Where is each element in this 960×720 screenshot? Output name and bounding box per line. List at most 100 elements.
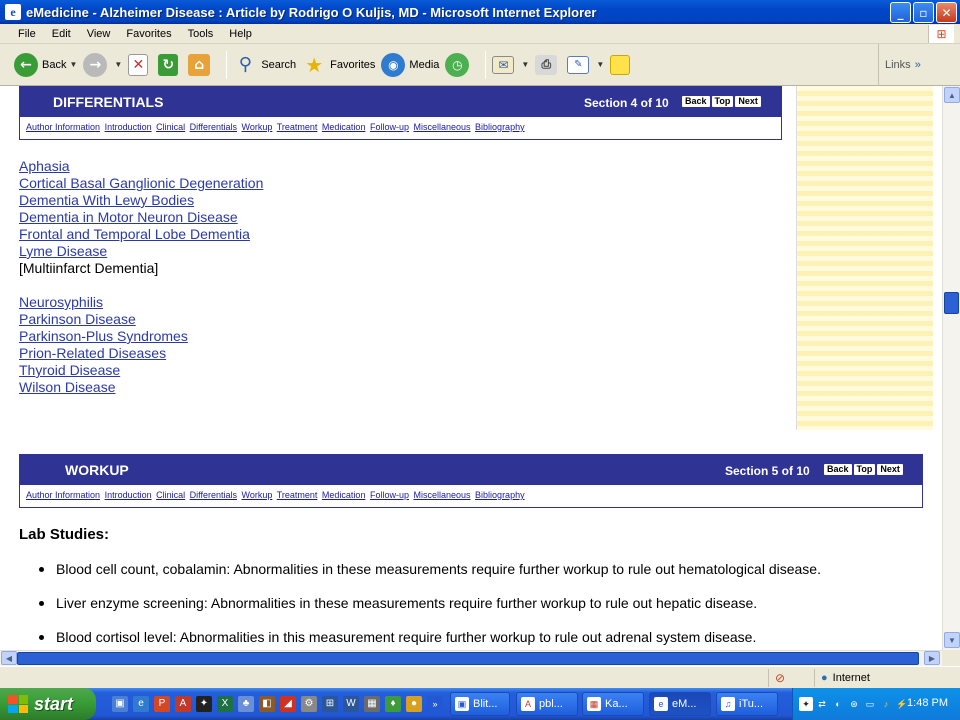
- link-differentials[interactable]: Differentials: [190, 490, 237, 500]
- workup-top-button[interactable]: Top: [853, 464, 876, 475]
- workup-back-button[interactable]: Back: [824, 464, 852, 475]
- quicklaunch-network-icon[interactable]: ⊞: [322, 696, 338, 712]
- forward-dropdown-icon[interactable]: ▼: [114, 60, 122, 69]
- quicklaunch-paint-icon[interactable]: ◢: [280, 696, 296, 712]
- maximize-button[interactable]: ▫: [913, 2, 934, 23]
- tray-network-icon[interactable]: ⇄: [815, 697, 829, 711]
- differentials-back-button[interactable]: Back: [682, 96, 710, 107]
- workup-next-button[interactable]: Next: [877, 464, 903, 475]
- quicklaunch-media-icon[interactable]: ▦: [364, 696, 380, 712]
- scroll-right-icon[interactable]: ▶: [924, 651, 940, 665]
- link-workup[interactable]: Workup: [242, 122, 273, 132]
- differential-link[interactable]: Parkinson-Plus Syndromes: [19, 328, 263, 345]
- tray-shield-icon[interactable]: ◐: [831, 697, 845, 711]
- differential-link[interactable]: Parkinson Disease: [19, 311, 263, 328]
- link-author-information[interactable]: Author Information: [26, 490, 100, 500]
- link-introduction[interactable]: Introduction: [105, 490, 152, 500]
- differential-link[interactable]: Thyroid Disease: [19, 362, 263, 379]
- back-dropdown-icon[interactable]: ▼: [69, 60, 77, 69]
- minimize-button[interactable]: _: [890, 2, 911, 23]
- vertical-scrollbar[interactable]: ▲ ▼: [942, 86, 960, 650]
- link-workup[interactable]: Workup: [242, 490, 273, 500]
- edit-button[interactable]: ✎ ▼: [567, 55, 604, 74]
- quicklaunch-powerpoint-icon[interactable]: P: [154, 696, 170, 712]
- quicklaunch-acrobat-icon[interactable]: A: [175, 696, 191, 712]
- differential-link[interactable]: Aphasia: [19, 158, 263, 175]
- differentials-next-button[interactable]: Next: [735, 96, 761, 107]
- horizontal-scrollbar[interactable]: ◀ ▶: [0, 650, 942, 666]
- link-bibliography[interactable]: Bibliography: [475, 490, 525, 500]
- links-overflow-icon[interactable]: »: [915, 59, 921, 71]
- menu-tools[interactable]: Tools: [180, 28, 222, 40]
- page-viewport[interactable]: DIFFERENTIALS Section 4 of 10 Back Top N…: [0, 86, 942, 650]
- favorites-button[interactable]: ★ Favorites: [302, 53, 375, 77]
- start-button[interactable]: start: [0, 688, 96, 720]
- quicklaunch-star-icon[interactable]: ✦: [196, 696, 212, 712]
- link-treatment[interactable]: Treatment: [277, 490, 318, 500]
- differential-link[interactable]: Lyme Disease: [19, 243, 263, 260]
- history-button[interactable]: ◷: [445, 52, 473, 77]
- task-button-pbl[interactable]: A pbl...: [516, 692, 578, 716]
- differential-link[interactable]: Cortical Basal Ganglionic Degeneration: [19, 175, 263, 192]
- home-button[interactable]: ⌂: [188, 53, 214, 76]
- menu-view[interactable]: View: [79, 28, 119, 40]
- quicklaunch-messenger-icon[interactable]: ♣: [238, 696, 254, 712]
- horizontal-scroll-thumb[interactable]: [17, 652, 919, 665]
- quicklaunch-ie-icon[interactable]: e: [133, 696, 149, 712]
- menu-edit[interactable]: Edit: [44, 28, 79, 40]
- differential-link[interactable]: Wilson Disease: [19, 379, 263, 396]
- link-miscellaneous[interactable]: Miscellaneous: [414, 490, 471, 500]
- back-button[interactable]: ← Back ▼: [14, 52, 77, 77]
- print-button[interactable]: ⎙: [535, 54, 561, 75]
- quicklaunch-green-icon[interactable]: ♦: [385, 696, 401, 712]
- refresh-button[interactable]: ↻: [158, 53, 182, 76]
- link-differentials[interactable]: Differentials: [190, 122, 237, 132]
- close-button[interactable]: ✕: [936, 2, 957, 23]
- tray-volume-icon[interactable]: ♪: [879, 697, 893, 711]
- mail-dropdown-icon[interactable]: ▼: [521, 60, 529, 69]
- media-button[interactable]: ◉ Media: [381, 52, 439, 77]
- tray-security-icon[interactable]: ⊛: [847, 697, 861, 711]
- menu-file[interactable]: File: [10, 28, 44, 40]
- differential-link[interactable]: Neurosyphilis: [19, 294, 263, 311]
- edit-dropdown-icon[interactable]: ▼: [596, 60, 604, 69]
- task-button-emedicine[interactable]: e eM...: [649, 692, 711, 716]
- quicklaunch-desktop-icon[interactable]: ▣: [112, 696, 128, 712]
- link-introduction[interactable]: Introduction: [105, 122, 152, 132]
- link-follow-up[interactable]: Follow-up: [370, 490, 409, 500]
- quicklaunch-more-icon[interactable]: »: [427, 696, 443, 712]
- task-button-itunes[interactable]: ♫ iTu...: [716, 692, 778, 716]
- tray-arrow-icon[interactable]: ✦: [799, 697, 813, 711]
- differential-link[interactable]: Dementia With Lewy Bodies: [19, 192, 263, 209]
- link-miscellaneous[interactable]: Miscellaneous: [414, 122, 471, 132]
- mail-button[interactable]: ✉ ▼: [492, 55, 529, 74]
- quicklaunch-excel-icon[interactable]: X: [217, 696, 233, 712]
- differential-link[interactable]: Frontal and Temporal Lobe Dementia: [19, 226, 263, 243]
- links-bar[interactable]: Links »: [878, 44, 960, 86]
- scroll-down-icon[interactable]: ▼: [944, 632, 960, 648]
- differentials-top-button[interactable]: Top: [711, 96, 734, 107]
- forward-button[interactable]: → ▼: [83, 52, 122, 77]
- scroll-up-icon[interactable]: ▲: [944, 87, 960, 103]
- privacy-icon[interactable]: ⊘: [775, 671, 785, 685]
- link-bibliography[interactable]: Bibliography: [475, 122, 525, 132]
- menu-favorites[interactable]: Favorites: [118, 28, 179, 40]
- task-button-ka[interactable]: ▦ Ka...: [582, 692, 644, 716]
- scroll-left-icon[interactable]: ◀: [1, 651, 17, 665]
- tray-device-icon[interactable]: ▭: [863, 697, 877, 711]
- notes-button[interactable]: [610, 54, 634, 75]
- differential-link[interactable]: Dementia in Motor Neuron Disease: [19, 209, 263, 226]
- task-button-blit[interactable]: ▣ Blit...: [450, 692, 510, 716]
- link-clinical[interactable]: Clinical: [156, 490, 185, 500]
- link-clinical[interactable]: Clinical: [156, 122, 185, 132]
- stop-button[interactable]: ✕: [128, 53, 152, 76]
- differential-link[interactable]: Prion-Related Diseases: [19, 345, 263, 362]
- quicklaunch-word-icon[interactable]: W: [343, 696, 359, 712]
- quicklaunch-tool-icon[interactable]: ⚙: [301, 696, 317, 712]
- link-author-information[interactable]: Author Information: [26, 122, 100, 132]
- quicklaunch-yellow-icon[interactable]: ●: [406, 696, 422, 712]
- vertical-scroll-thumb[interactable]: [944, 292, 959, 314]
- link-follow-up[interactable]: Follow-up: [370, 122, 409, 132]
- link-medication[interactable]: Medication: [322, 122, 366, 132]
- link-treatment[interactable]: Treatment: [277, 122, 318, 132]
